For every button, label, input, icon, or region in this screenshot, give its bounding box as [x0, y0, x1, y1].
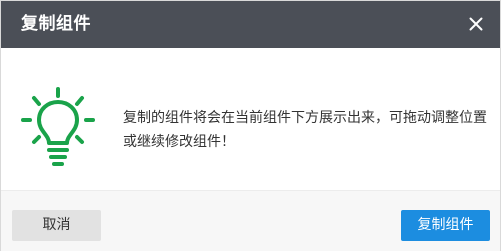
lightbulb-icon	[21, 87, 95, 166]
dialog-title: 复制组件	[21, 14, 91, 34]
copy-component-button[interactable]: 复制组件	[401, 210, 490, 241]
dialog-message: 复制的组件将会在当前组件下方展示出来，可拖动调整位置或继续修改组件！	[123, 110, 487, 150]
dialog-footer: 取消 复制组件	[1, 190, 500, 251]
close-button[interactable]	[464, 12, 488, 36]
copy-component-dialog: 复制组件 复制的组件将会在当前组件下方展示出来，可拖动调整位置或继续修改组件！ …	[0, 0, 501, 251]
cancel-button[interactable]: 取消	[12, 210, 101, 241]
dialog-title-bar: 复制组件	[1, 1, 500, 48]
close-icon	[469, 17, 483, 31]
dialog-body: 复制的组件将会在当前组件下方展示出来，可拖动调整位置或继续修改组件！	[1, 48, 500, 190]
